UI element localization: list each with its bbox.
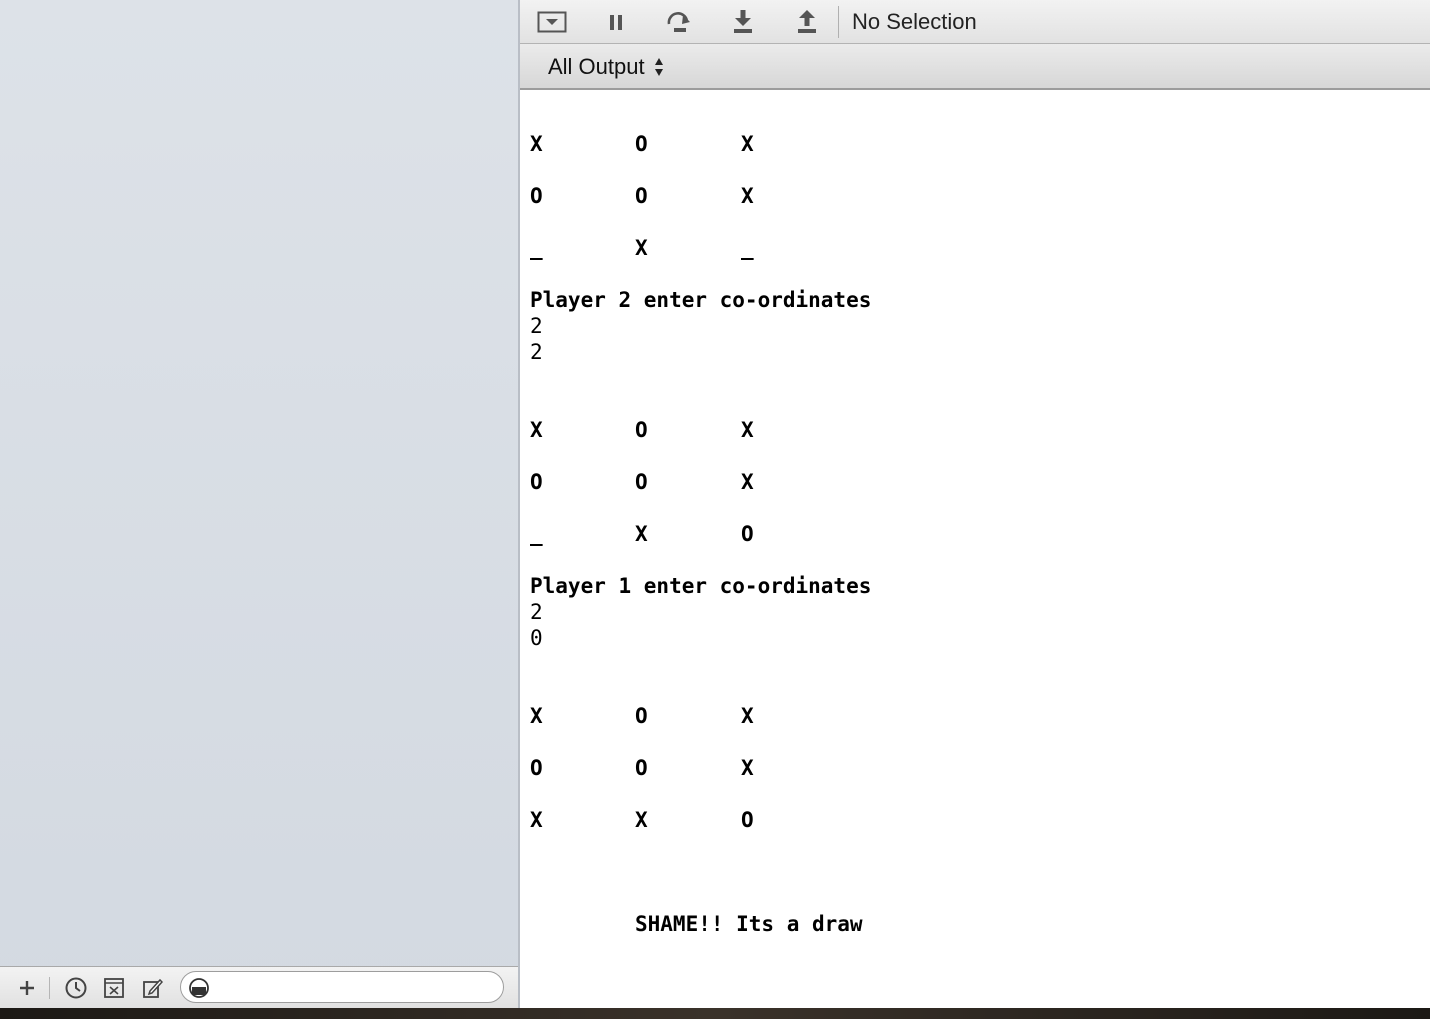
step-into-icon[interactable] bbox=[726, 8, 760, 36]
output-filter-select[interactable]: All Output bbox=[548, 54, 664, 80]
board-cell: O bbox=[530, 470, 543, 494]
board-cell: X bbox=[741, 470, 754, 494]
board-cell: X bbox=[530, 418, 543, 442]
sidebar-filter-bar bbox=[0, 966, 518, 1008]
board-cell: X bbox=[635, 808, 648, 832]
input-line: 2 bbox=[530, 314, 543, 338]
board-cell: _ bbox=[741, 236, 754, 260]
board-cell: X bbox=[530, 808, 543, 832]
player-prompt: Player 1 enter co-ordinates bbox=[530, 574, 872, 598]
output-filter-label: All Output bbox=[548, 54, 645, 79]
board-cell: _ bbox=[530, 522, 543, 546]
toolbar-separator bbox=[838, 6, 839, 38]
board-cell: X bbox=[741, 418, 754, 442]
navigator-filter-field[interactable] bbox=[180, 971, 504, 1003]
board-cell: O bbox=[635, 184, 648, 208]
board-cell: O bbox=[530, 184, 543, 208]
player-prompt: Player 2 enter co-ordinates bbox=[530, 288, 872, 312]
board-cell: O bbox=[635, 756, 648, 780]
step-out-icon[interactable] bbox=[790, 8, 824, 36]
board-cell: X bbox=[635, 522, 648, 546]
updown-arrows-icon bbox=[654, 56, 664, 78]
console-output[interactable]: X O X O O X _ X _ Player 2 enter co-ordi… bbox=[520, 90, 1430, 1008]
scm-status-icon[interactable] bbox=[100, 975, 128, 1001]
board-cell: X bbox=[741, 184, 754, 208]
board-cell: X bbox=[741, 756, 754, 780]
board-cell: X bbox=[530, 704, 543, 728]
game-result: SHAME!! Its a draw bbox=[635, 912, 863, 936]
console-toggle-icon[interactable] bbox=[535, 8, 569, 36]
step-over-icon[interactable] bbox=[662, 8, 696, 36]
board-cell: O bbox=[635, 704, 648, 728]
board-cell: O bbox=[741, 522, 754, 546]
edited-files-icon[interactable] bbox=[138, 975, 166, 1001]
board-cell: O bbox=[530, 756, 543, 780]
debug-toolbar: No Selection bbox=[520, 0, 1430, 44]
input-line: 0 bbox=[530, 626, 543, 650]
filter-icon bbox=[189, 978, 209, 1003]
board-cell: O bbox=[635, 470, 648, 494]
plus-icon[interactable] bbox=[13, 975, 41, 1001]
input-line: 2 bbox=[530, 600, 543, 624]
window-edge bbox=[0, 1008, 1430, 1019]
board-cell: O bbox=[635, 132, 648, 156]
board-cell: O bbox=[635, 418, 648, 442]
board-cell: X bbox=[741, 704, 754, 728]
board-cell: X bbox=[741, 132, 754, 156]
navigator-sidebar bbox=[0, 0, 520, 1008]
clock-icon[interactable] bbox=[62, 975, 90, 1001]
filter-input[interactable] bbox=[215, 976, 499, 1000]
output-filter-bar: All Output bbox=[520, 44, 1430, 90]
board-cell: X bbox=[530, 132, 543, 156]
toolbar-separator bbox=[49, 977, 50, 999]
selection-label: No Selection bbox=[852, 9, 977, 34]
debug-console: No Selection All Output X O X O O X _ X … bbox=[520, 0, 1430, 1008]
board-cell: O bbox=[741, 808, 754, 832]
board-cell: X bbox=[635, 236, 648, 260]
pause-icon[interactable] bbox=[599, 8, 633, 36]
board-cell: _ bbox=[530, 236, 543, 260]
input-line: 2 bbox=[530, 340, 543, 364]
